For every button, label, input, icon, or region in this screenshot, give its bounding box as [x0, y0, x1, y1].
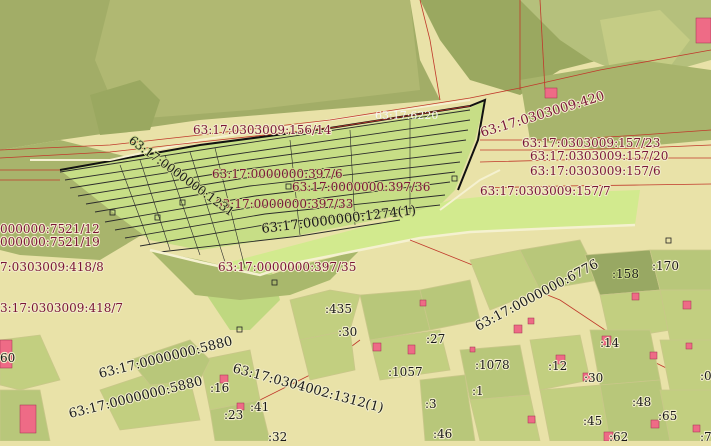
lot-label: :12	[548, 359, 567, 373]
lot-label: :23	[224, 408, 243, 422]
lot-label: :0	[700, 369, 711, 383]
lot-label: :7	[700, 430, 711, 441]
lot-label: :1	[472, 384, 484, 398]
lot-label: :62	[609, 430, 628, 441]
parcel-label: 63:17:0000000:397/36	[292, 180, 430, 194]
lot-label: :1078	[475, 358, 510, 372]
lot-label: :45	[583, 414, 602, 428]
lot-label: :30	[338, 325, 357, 339]
cadastral-map[interactable]: 63:17:0303009:156/14 63:17:6220 63:17:03…	[0, 0, 711, 445]
parcel-label: 63:17:0000000:397/35	[218, 260, 356, 274]
lot-label: :27	[426, 332, 445, 346]
lot-label: :32	[268, 430, 287, 441]
lot-label: :48	[632, 395, 651, 409]
lot-label: :14	[600, 336, 620, 350]
lot-label: :3	[425, 397, 437, 411]
parcel-label: 63:17:0303009:157/7	[480, 184, 611, 198]
map-canvas[interactable]: 63:17:0303009:156/14 63:17:6220 63:17:03…	[0, 0, 711, 445]
parcel-label: 63:17:0000000:397/6	[212, 167, 343, 181]
parcel-label: 63:17:0303009:157/23	[522, 136, 660, 150]
parcel-label: 63:17:0303009:157/6	[530, 164, 661, 178]
lot-label: :46	[433, 427, 452, 441]
lot-label: :41	[250, 400, 269, 414]
lot-label: :30	[584, 371, 603, 385]
lot-label: :16	[210, 381, 229, 395]
parcel-label: 000000:7521/12	[0, 222, 100, 236]
lot-label: :1057	[388, 365, 423, 379]
parcel-label: 63:17:6220	[375, 109, 438, 122]
lot-label: :170	[652, 259, 679, 273]
lot-label: 60	[0, 351, 15, 365]
lot-label: :435	[325, 302, 352, 316]
parcel-label: 63:17:0303009:156/14	[193, 123, 332, 137]
parcel-label: 63:17:0303009:157/20	[530, 149, 668, 163]
parcel-label: 000000:7521/19	[0, 235, 100, 249]
lot-label: :158	[612, 267, 639, 281]
lot-label: :65	[658, 409, 677, 423]
parcel-label: 7:0303009:418/8	[0, 260, 104, 274]
parcel-label: 3:17:0303009:418/7	[0, 301, 123, 315]
